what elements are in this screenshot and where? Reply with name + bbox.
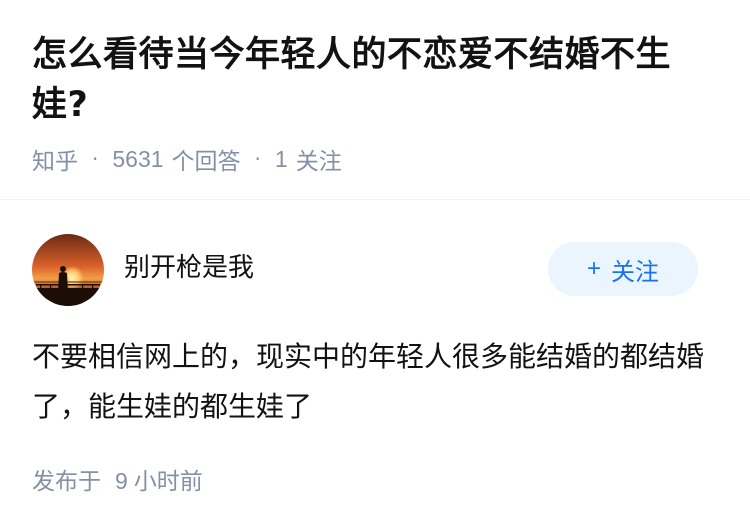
source-label[interactable]: 知乎 — [32, 142, 78, 176]
sunset-avatar-icon — [32, 234, 104, 306]
plus-icon: + — [586, 255, 601, 282]
author-avatar[interactable] — [32, 234, 104, 306]
publish-unit: 小时前 — [133, 469, 203, 495]
answer-count-label: 个回答 — [171, 149, 241, 175]
question-header: 怎么看待当今年轻人的不恋爱不结婚不生娃? — [32, 30, 722, 130]
author-name[interactable]: 别开枪是我 — [124, 250, 254, 286]
question-title[interactable]: 怎么看待当今年轻人的不恋爱不结婚不生娃? — [32, 30, 722, 130]
meta-separator-2: · — [254, 147, 261, 171]
follow-button-label: 关注 — [611, 257, 659, 286]
publish-value: 9 — [115, 468, 128, 494]
question-meta: 知乎 · 5631 个回答 · 1 关注 — [32, 142, 342, 176]
publish-prefix: 发布于 — [32, 469, 101, 495]
follower-count: 1 — [274, 145, 288, 172]
follower-label: 关注 — [295, 149, 342, 175]
answer-count: 5631 — [112, 145, 164, 172]
follow-button[interactable]: + 关注 — [548, 242, 698, 296]
publish-time: 发布于 9 小时前 — [32, 464, 203, 499]
meta-separator: · — [92, 147, 99, 171]
section-divider — [0, 199, 750, 200]
answer-content[interactable]: 不要相信网上的，现实中的年轻人很多能结婚的都结婚了，能生娃的都生娃了 — [32, 332, 722, 432]
